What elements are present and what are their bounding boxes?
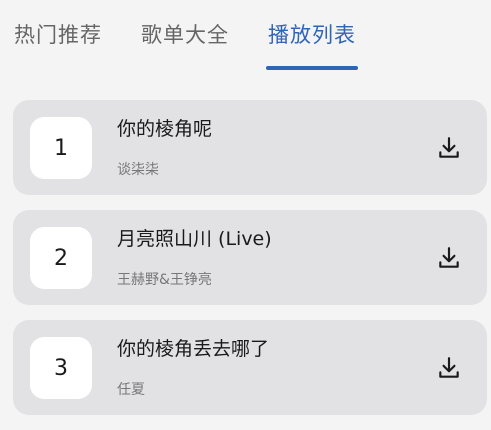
tab-playlist-collection[interactable]: 歌单大全 [141, 18, 229, 52]
song-artist: 谈柒柒 [117, 162, 159, 178]
song-title: 月亮照山川 (Live) [117, 228, 272, 250]
song-title: 你的棱角丢去哪了 [117, 338, 270, 360]
song-rank: 2 [30, 227, 92, 289]
tab-hot-recommend[interactable]: 热门推荐 [14, 18, 102, 52]
song-artist: 王赫野&王铮亮 [117, 272, 212, 288]
song-row[interactable]: 1 你的棱角呢 谈柒柒 [13, 100, 487, 195]
active-tab-indicator [266, 66, 358, 70]
song-row[interactable]: 3 你的棱角丢去哪了 任夏 [13, 320, 487, 415]
song-title: 你的棱角呢 [117, 118, 213, 140]
tab-bar: 热门推荐 歌单大全 播放列表 [0, 0, 491, 80]
song-list: 1 你的棱角呢 谈柒柒 2 月亮照山川 (Live) 王赫野&王铮亮 3 你的棱… [13, 100, 487, 430]
download-icon [439, 247, 459, 268]
song-artist: 任夏 [117, 382, 145, 398]
download-button[interactable] [433, 242, 465, 274]
song-row[interactable]: 2 月亮照山川 (Live) 王赫野&王铮亮 [13, 210, 487, 305]
tab-play-queue[interactable]: 播放列表 [268, 18, 356, 52]
download-button[interactable] [433, 132, 465, 164]
download-icon [439, 137, 459, 158]
song-rank: 3 [30, 337, 92, 399]
download-button[interactable] [433, 352, 465, 384]
song-rank: 1 [30, 117, 92, 179]
download-icon [439, 357, 459, 378]
